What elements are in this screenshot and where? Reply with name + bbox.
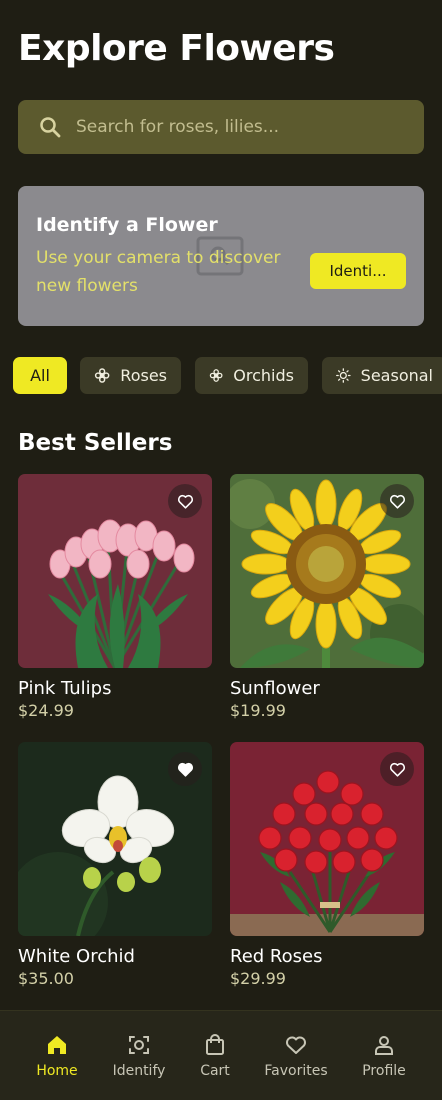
product-price: $24.99 xyxy=(18,701,74,720)
product-name: White Orchid xyxy=(18,946,135,967)
flower-icon xyxy=(94,368,110,383)
identify-card-description: Use your camera to discover new flowers xyxy=(36,248,281,296)
nav-item-cart[interactable]: Cart xyxy=(175,1033,255,1079)
nav-label: Identify xyxy=(112,1063,166,1079)
product-image[interactable] xyxy=(230,474,424,668)
category-chips: All Roses Orchids Seasonal xyxy=(13,357,442,394)
identify-button[interactable]: Identi... xyxy=(310,253,406,289)
product-price: $19.99 xyxy=(230,701,286,720)
chip-label: Seasonal xyxy=(360,366,433,385)
product-price: $35.00 xyxy=(18,969,74,988)
product-image[interactable] xyxy=(18,742,212,936)
heart-icon xyxy=(177,494,193,509)
favorite-button[interactable] xyxy=(168,752,202,786)
chip-label: All xyxy=(30,366,50,385)
nav-label: Home xyxy=(36,1063,78,1079)
nav-label: Cart xyxy=(200,1063,230,1079)
product-card-sunflower[interactable]: Sunflower $19.99 xyxy=(230,474,424,720)
nav-label: Profile xyxy=(362,1063,406,1079)
product-name: Red Roses xyxy=(230,946,323,967)
nav-item-favorites[interactable]: Favorites xyxy=(256,1033,336,1079)
page-title: Explore Flowers xyxy=(18,28,335,69)
home-icon xyxy=(48,1036,66,1054)
chip-seasonal[interactable]: Seasonal xyxy=(322,357,442,394)
nav-item-identify[interactable]: Identify xyxy=(99,1033,179,1079)
person-icon xyxy=(375,1036,393,1055)
favorite-button[interactable] xyxy=(380,484,414,518)
bottom-nav: Home Identify Cart Favorites Profile xyxy=(0,1010,442,1100)
identify-card-title: Identify a Flower xyxy=(36,214,218,236)
heart-icon xyxy=(389,762,405,777)
shopping-bag-icon xyxy=(206,1034,224,1055)
product-image[interactable] xyxy=(230,742,424,936)
scan-icon xyxy=(129,1036,149,1054)
search-input[interactable] xyxy=(76,117,396,137)
identify-flower-card[interactable]: Identify a Flower Use your camera to dis… xyxy=(18,186,424,326)
chip-label: Orchids xyxy=(233,366,294,385)
sun-icon xyxy=(336,368,351,383)
product-name: Pink Tulips xyxy=(18,678,112,699)
best-sellers-title: Best Sellers xyxy=(18,430,173,456)
favorite-button[interactable] xyxy=(380,752,414,786)
product-name: Sunflower xyxy=(230,678,320,699)
nav-item-profile[interactable]: Profile xyxy=(344,1033,424,1079)
search-bar[interactable] xyxy=(18,100,424,154)
favorite-button[interactable] xyxy=(168,484,202,518)
heart-icon xyxy=(389,494,405,509)
search-icon xyxy=(40,117,61,138)
product-card-pink-tulips[interactable]: Pink Tulips $24.99 xyxy=(18,474,212,720)
chip-all[interactable]: All xyxy=(13,357,67,394)
heart-filled-icon xyxy=(177,762,193,777)
product-card-white-orchid[interactable]: White Orchid $35.00 xyxy=(18,742,212,988)
heart-icon xyxy=(286,1036,306,1054)
product-price: $29.99 xyxy=(230,969,286,988)
product-image[interactable] xyxy=(18,474,212,668)
nav-item-home[interactable]: Home xyxy=(17,1033,97,1079)
flower-icon xyxy=(209,369,223,382)
nav-label: Favorites xyxy=(264,1063,328,1079)
chip-label: Roses xyxy=(120,366,167,385)
product-card-red-roses[interactable]: Red Roses $29.99 xyxy=(230,742,424,988)
chip-orchids[interactable]: Orchids xyxy=(195,357,308,394)
chip-roses[interactable]: Roses xyxy=(80,357,181,394)
